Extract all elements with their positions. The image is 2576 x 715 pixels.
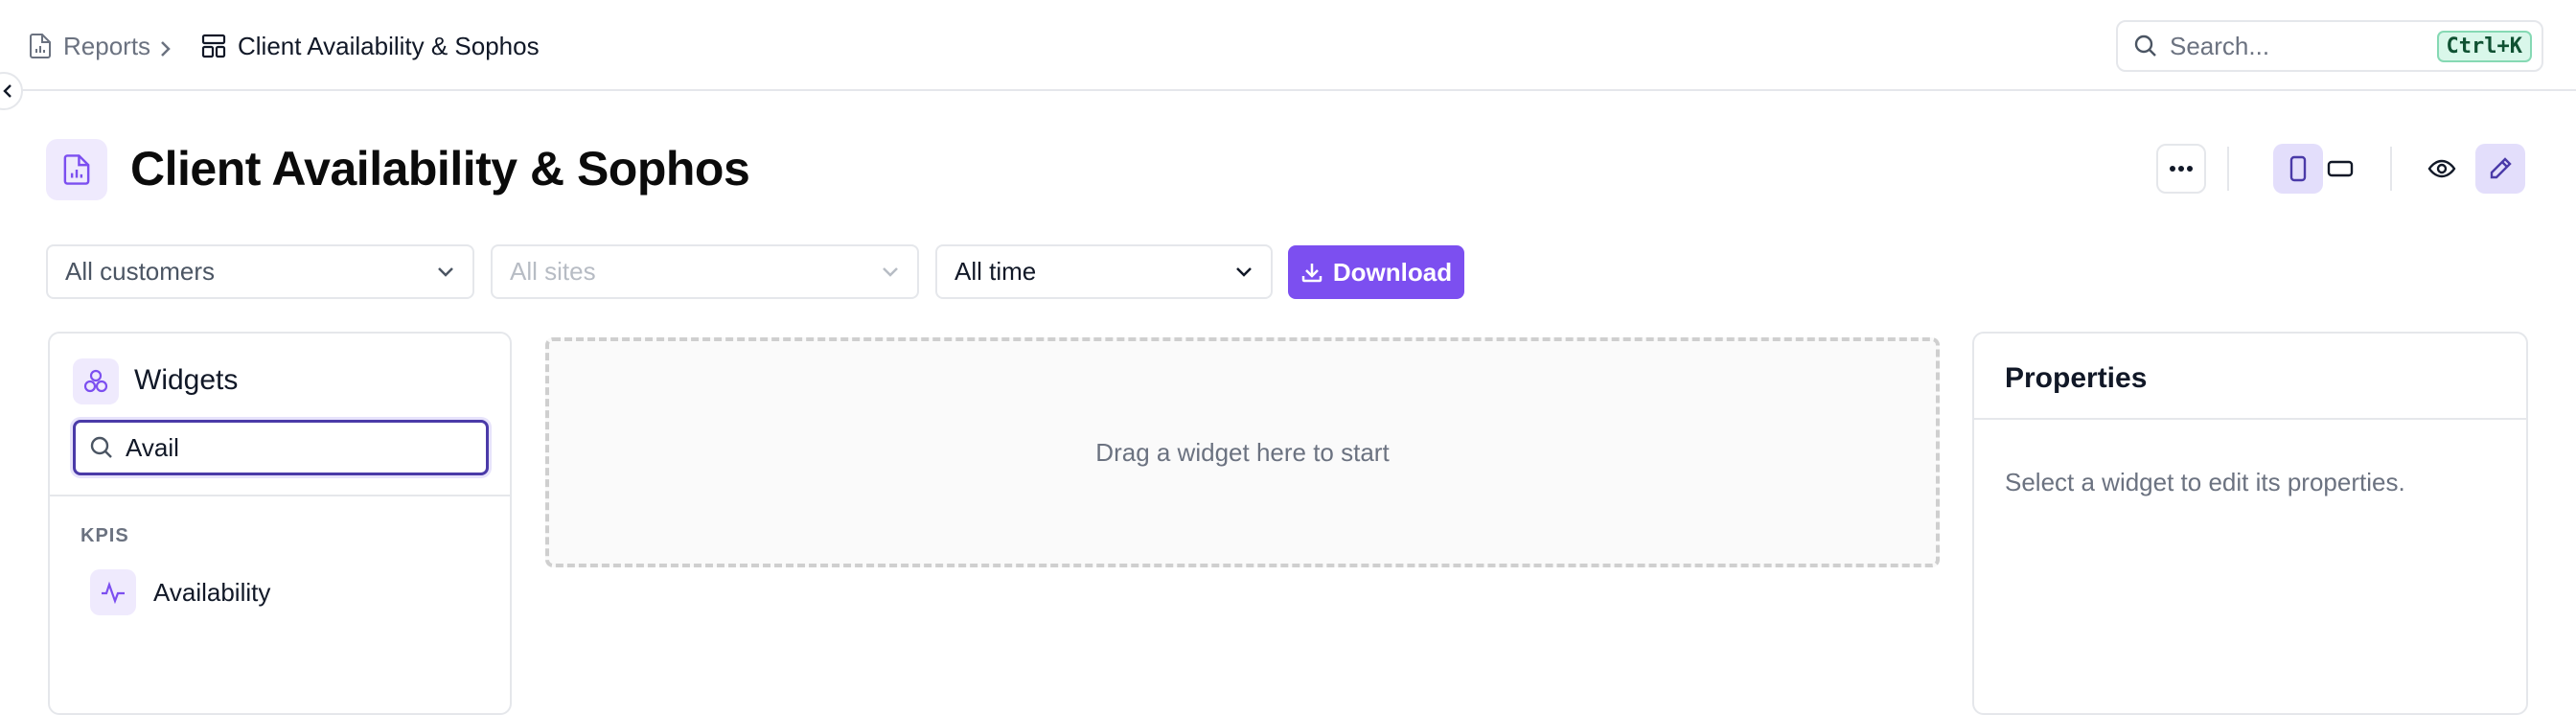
search-input[interactable]: Search...: [2170, 32, 2437, 61]
sites-select-value: All sites: [510, 257, 596, 286]
download-icon: [1300, 261, 1323, 284]
download-label: Download: [1332, 257, 1453, 287]
breadcrumb-current-label: Client Availability & Sophos: [238, 31, 540, 60]
customers-select-value: All customers: [65, 257, 216, 286]
chevron-down-icon: [1234, 266, 1254, 278]
panel-divider: [1974, 418, 2526, 420]
widgets-panel: Widgets Avail KPIS Availability: [48, 332, 512, 715]
landscape-icon: [2327, 159, 2354, 178]
properties-panel: Properties Select a widget to edit its p…: [1972, 332, 2528, 715]
pencil-icon: [2488, 156, 2513, 181]
breadcrumb-reports[interactable]: Reports: [29, 29, 150, 63]
eye-icon: [2427, 158, 2456, 179]
more-horizontal-icon: [2169, 165, 2194, 173]
widget-drop-zone[interactable]: Drag a widget here to start: [545, 337, 1940, 567]
global-search[interactable]: Search... Ctrl+K: [2116, 20, 2543, 72]
section-label: KPIS: [80, 525, 129, 546]
activity-icon: [90, 569, 136, 615]
widget-search-field[interactable]: Avail: [73, 420, 489, 475]
landscape-view-button[interactable]: [2315, 144, 2365, 194]
properties-title: Properties: [2005, 362, 2148, 394]
sites-select[interactable]: All sites: [491, 244, 919, 299]
report-file-icon: [29, 33, 52, 59]
shapes-icon: [73, 358, 119, 404]
preview-button[interactable]: [2417, 144, 2467, 194]
time-range-select[interactable]: All time: [935, 244, 1273, 299]
chevron-down-icon: [881, 266, 900, 278]
breadcrumb-reports-label: Reports: [63, 31, 151, 60]
top-bar: Reports Client Availability & Sophos Sea…: [0, 0, 2576, 91]
search-icon: [89, 435, 114, 460]
layout-template-icon: [201, 34, 226, 58]
time-range-select-value: All time: [954, 257, 1037, 286]
drop-zone-text: Drag a widget here to start: [1095, 437, 1390, 467]
widget-item-label: Availability: [153, 577, 271, 607]
chevron-right-icon: [157, 32, 172, 66]
widgets-title: Widgets: [134, 364, 239, 396]
chevron-down-icon: [436, 266, 455, 278]
page-title: Client Availability & Sophos: [130, 142, 750, 196]
toolbar-divider: [2227, 147, 2229, 191]
properties-empty-text: Select a widget to edit its properties.: [2005, 468, 2405, 496]
report-icon: [46, 139, 107, 200]
chevron-left-icon: [2, 82, 13, 100]
widget-item-availability[interactable]: Availability: [90, 569, 270, 615]
edit-button[interactable]: [2475, 144, 2525, 194]
toolbar-divider: [2390, 147, 2392, 191]
portrait-icon: [2289, 155, 2307, 182]
customers-select[interactable]: All customers: [46, 244, 474, 299]
widget-search-input[interactable]: Avail: [126, 433, 179, 463]
shortcut-badge: Ctrl+K: [2436, 30, 2532, 62]
breadcrumb-current: Client Availability & Sophos: [201, 29, 540, 63]
more-options-button[interactable]: [2156, 144, 2206, 194]
search-icon: [2133, 34, 2158, 58]
panel-divider: [50, 495, 510, 496]
download-button[interactable]: Download: [1288, 245, 1464, 299]
